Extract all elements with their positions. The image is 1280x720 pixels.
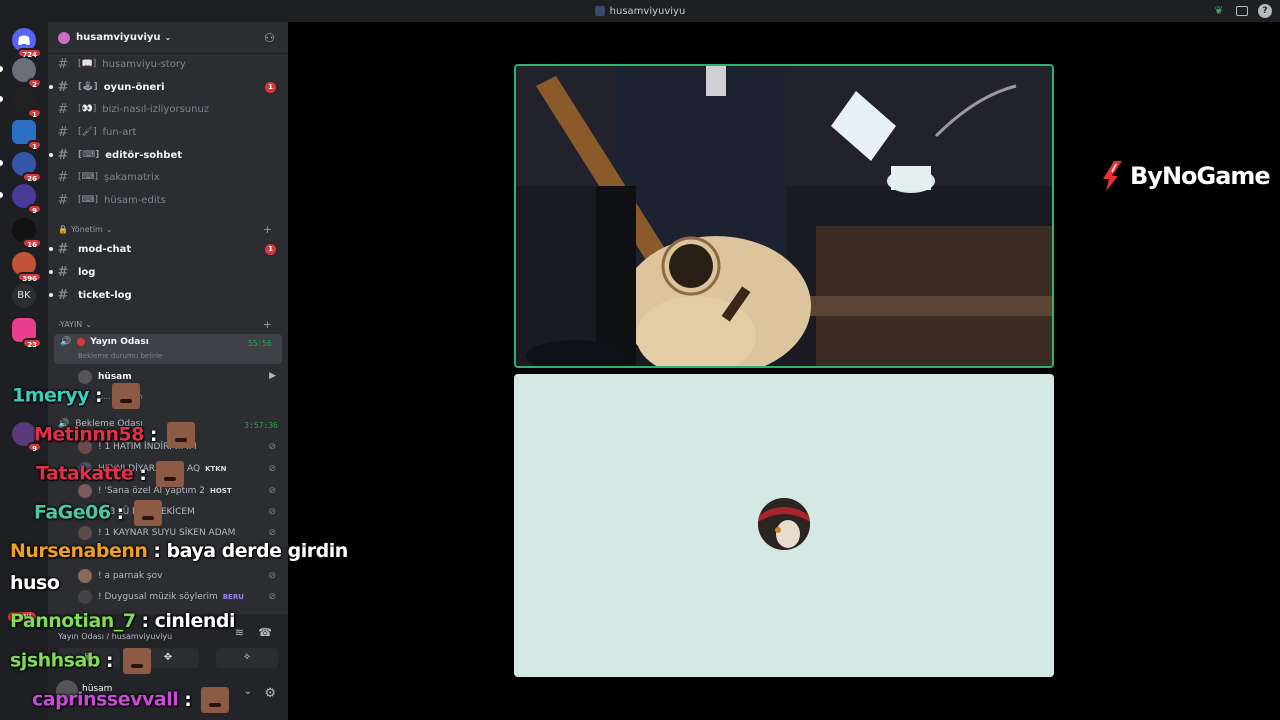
channel-editor-sohbet[interactable]: # [⌨] editör-sohbet <box>49 145 280 165</box>
server-avatar[interactable]: 26 <box>12 152 42 183</box>
mention-badge: 1 <box>265 82 276 93</box>
window-title: husamviyuviyu <box>609 5 686 17</box>
deafened-icon: ⊘ <box>268 442 276 452</box>
emote-icon <box>156 461 185 487</box>
voice-stage: ByNoGame <box>288 22 1280 720</box>
server-avatar[interactable]: 1 <box>12 88 42 119</box>
hash-icon: # <box>57 79 69 95</box>
noise-suppression-icon[interactable]: ≋ <box>235 626 244 639</box>
mention-badge: 1 <box>265 244 276 255</box>
server-avatar[interactable]: 9 <box>12 422 42 453</box>
server-icon <box>58 31 70 44</box>
server-name: husamviyuviyu <box>76 32 161 43</box>
deafened-icon: ⊘ <box>268 571 276 581</box>
voice-member[interactable]: ! a parnak şov <box>78 569 162 583</box>
live-dot-icon <box>77 338 86 346</box>
hash-icon: # <box>57 287 69 303</box>
voice-timer: 3:57:36 <box>244 421 278 430</box>
hash-icon: # <box>57 124 69 140</box>
voice-member[interactable]: ! Duygusal müzik söylerim BERU <box>78 590 244 604</box>
channel-mod-chat[interactable]: # mod-chat 1 <box>49 239 280 259</box>
voice-participant-tile[interactable] <box>514 374 1054 677</box>
deafened-icon: ⊘ <box>268 464 276 474</box>
hash-icon: # <box>57 169 69 185</box>
channel-fun-art[interactable]: # [🖌] fun-art <box>56 122 280 142</box>
channel-husamviyu-story[interactable]: # [📖] husamviyu-story <box>56 54 280 74</box>
dm-badge: 724 <box>17 48 42 59</box>
hash-icon: # <box>57 241 69 257</box>
add-member-icon[interactable]: ⚇ <box>264 31 278 45</box>
direct-messages-icon[interactable]: 724 <box>12 28 42 59</box>
deafened-icon: ⊘ <box>268 592 276 602</box>
emote-icon <box>112 383 141 409</box>
channel-bizi-nasil-izliyorsunuz[interactable]: # [👀] bizi-nasıl-izliyorsunuz <box>56 99 280 119</box>
voice-member[interactable]: ! 1 KAYNAR SUYU SİKEN ADAM <box>78 526 235 540</box>
channel-husam-edits[interactable]: # [⌨] hüsam-edits <box>56 190 280 210</box>
server-avatar[interactable]: 1 <box>12 120 42 151</box>
avatar <box>78 370 92 384</box>
channel-sakamatrix[interactable]: # [⌨] şakamatrix <box>56 167 280 187</box>
server-avatar[interactable]: 2 <box>12 58 42 89</box>
category-yayin[interactable]: -YAYIN ⌄ + <box>58 318 280 331</box>
server-header[interactable]: husamviyuviyu ⌄ ⚇ <box>48 22 288 54</box>
lock-icon: 🔒 <box>58 225 68 234</box>
speaker-icon: 🔊 <box>60 337 72 347</box>
stream-video-tile[interactable] <box>514 64 1054 368</box>
inbox-icon[interactable] <box>1236 6 1248 16</box>
hash-icon: # <box>57 56 69 72</box>
disconnect-icon[interactable]: ☎ <box>258 626 272 639</box>
channel-ticket-log[interactable]: # ticket-log <box>49 285 280 305</box>
settings-gear-icon[interactable]: ⚙ <box>264 686 276 701</box>
nitro-leaf-icon[interactable]: ❦ <box>1212 4 1226 18</box>
chat-message: Nursenabenn: baya derde girdin <box>10 540 348 562</box>
server-avatar[interactable]: 16 <box>12 218 42 249</box>
server-initials[interactable]: BK <box>12 284 36 308</box>
server-avatar[interactable]: 23 <box>12 318 42 349</box>
deafened-icon: ⊘ <box>268 507 276 517</box>
participant-avatar <box>758 498 810 550</box>
chat-message: Pannotian_7: cinlendi <box>10 610 235 632</box>
add-channel-icon[interactable]: + <box>263 223 272 236</box>
hash-icon: # <box>57 264 69 280</box>
deafened-icon: ⊘ <box>268 528 276 538</box>
set-status-hint[interactable]: Bekleme durumu belirle <box>78 352 162 360</box>
chat-message: 1meryy: <box>12 383 141 409</box>
bynogame-logo: ByNoGame <box>1100 160 1271 192</box>
deafened-icon: ⊘ <box>268 486 276 496</box>
voice-timer: 55:56 <box>247 339 272 348</box>
hash-icon: # <box>57 147 69 163</box>
voice-channel-yayin-odasi[interactable]: 🔊 Yayın Odası 55:56 Bekleme durumu belirl… <box>54 334 282 364</box>
channel-log[interactable]: # log <box>49 262 280 282</box>
hash-icon: # <box>57 192 69 208</box>
category-yonetim[interactable]: 🔒 Yönetim ⌄ + <box>58 223 280 236</box>
camera-icon: ▶ <box>269 371 276 381</box>
stream-chat-overlay: 1meryy: Metinnn58: Tatakatte: FaGe06: Nu… <box>0 0 348 713</box>
help-icon[interactable]: ? <box>1258 4 1272 18</box>
chevron-down-icon: ⌄ <box>164 33 172 42</box>
emote-icon <box>133 500 162 526</box>
chat-message: FaGe06: <box>34 500 162 526</box>
chat-message: sjshhsab: <box>10 648 152 674</box>
title-bar: husamviyuviyu ❦ ? <box>0 0 1280 22</box>
bynogame-mark-icon <box>1103 161 1122 191</box>
chat-message: Tatakatte: <box>36 461 185 487</box>
emote-icon <box>201 687 230 713</box>
emote-icon <box>167 422 196 448</box>
chat-message: huso <box>10 572 60 594</box>
hash-icon: # <box>57 101 69 117</box>
add-channel-icon[interactable]: + <box>263 318 272 331</box>
server-avatar[interactable]: 9 <box>12 184 42 215</box>
headphones-icon[interactable]: ⌄ <box>244 686 252 697</box>
chat-message: caprinssevvall: <box>32 687 230 713</box>
soundboard-button[interactable]: ✧ <box>216 648 278 668</box>
emote-icon <box>123 648 152 674</box>
video-frame-image <box>516 66 1052 366</box>
channel-oyun-oneri[interactable]: # [🕹] oyun-öneri 1 <box>49 77 280 97</box>
voice-member-husam[interactable]: hüsam <box>78 370 132 384</box>
chat-message: Metinnn58: <box>34 422 196 448</box>
server-icon <box>594 6 605 16</box>
server-avatar[interactable]: 396 <box>12 252 42 283</box>
